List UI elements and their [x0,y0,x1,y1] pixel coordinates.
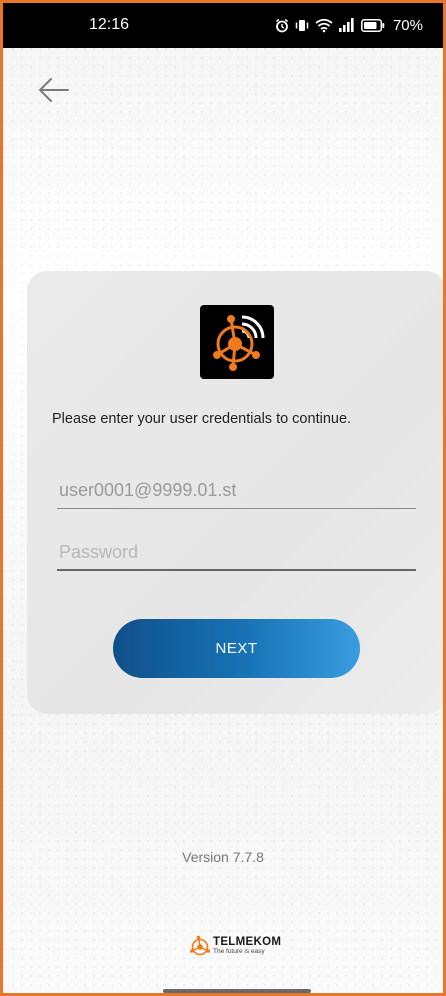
battery-percent: 70% [392,16,423,34]
login-card: Please enter your user credentials to co… [27,271,443,714]
version-label: Version 7.7.8 [182,849,264,865]
vibrate-icon [295,18,309,33]
telmekom-logo-icon [190,935,210,956]
arrow-left-icon [39,78,69,102]
username-field[interactable] [57,473,416,509]
brand-name: TELMEKOM [213,935,282,948]
home-indicator[interactable] [163,989,311,993]
app-logo [200,305,274,379]
signal-icon [338,18,355,32]
next-button[interactable]: NEXT [113,619,360,678]
status-icons: 70% [275,15,423,35]
brand-logo: TELMEKOM The future is easy [189,931,281,961]
wifi-icon [315,18,333,33]
alarm-icon [275,18,289,33]
password-field[interactable] [57,535,416,571]
battery-icon [361,18,385,32]
status-bar: 12:16 70% [3,3,443,48]
status-time: 12:16 [89,16,130,33]
credentials-prompt: Please enter your user credentials to co… [52,411,352,427]
brand-tagline: The future is easy [213,948,265,955]
app-screen: 12:16 70% Please enter your user credent… [0,0,446,996]
back-button[interactable] [36,75,72,105]
